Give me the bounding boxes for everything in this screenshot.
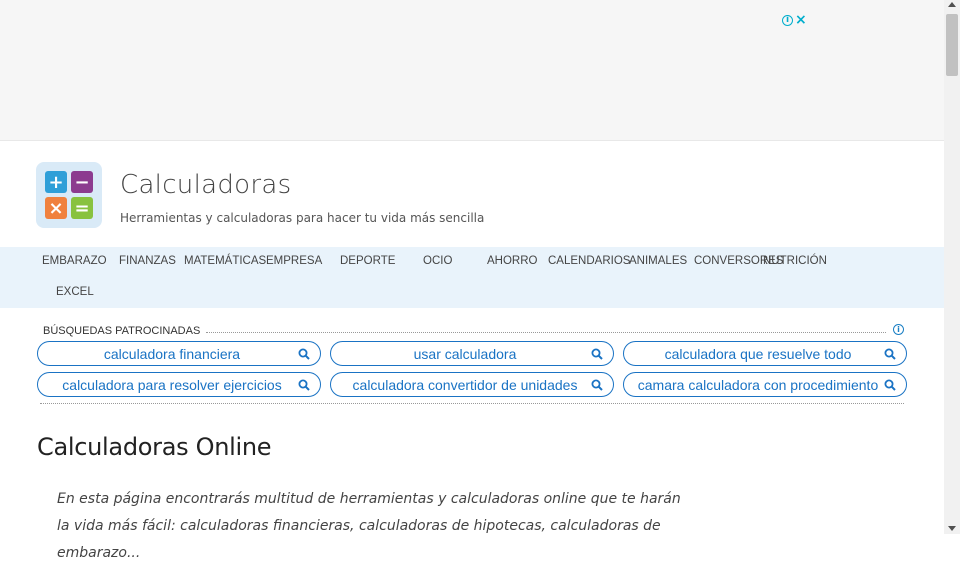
nav-item-calendarios[interactable]: CALENDARIOS [548,255,630,267]
sponsored-search-label: camara calculadora con procedimiento [637,377,879,393]
nav-item-finanzas[interactable]: FINANZAS [119,255,176,267]
nav-item-empresa[interactable]: EMPRESA [266,255,322,267]
sponsored-search-pill[interactable]: calculadora que resuelve todo [623,341,907,366]
page-title: Calculadoras Online [37,433,272,461]
minus-icon: − [71,171,93,193]
sponsored-search-pill[interactable]: calculadora convertidor de unidades [330,372,614,397]
close-icon[interactable]: × [795,13,807,27]
equals-icon: = [71,197,93,219]
divider [206,332,886,333]
info-icon[interactable]: i [782,14,793,26]
search-icon [591,348,603,360]
ad-controls[interactable]: i × [782,13,807,27]
divider [40,403,904,404]
plus-icon: + [45,171,67,193]
info-icon[interactable]: i [893,324,904,335]
search-icon [298,379,310,391]
sponsored-search-label: calculadora financiera [103,346,241,362]
search-icon [884,379,896,391]
intro-paragraph: En esta página encontrarás multitud de h… [57,491,681,561]
main-nav: EMBARAZO FINANZAS MATEMÁTICAS EMPRESA DE… [0,247,944,308]
sponsored-search-label: calculadora que resuelve todo [664,346,852,362]
sponsored-search-pill[interactable]: calculadora financiera [37,341,321,366]
sponsored-search-label: calculadora convertidor de unidades [352,377,578,393]
sponsored-search-pill[interactable]: calculadora para resolver ejercicios [37,372,321,397]
search-icon [298,348,310,360]
search-icon [884,348,896,360]
sponsored-search-label: usar calculadora [413,346,517,362]
scrollbar-thumb[interactable] [946,14,958,76]
nav-item-excel[interactable]: EXCEL [56,286,94,298]
ad-banner[interactable]: i × [0,0,944,141]
sponsored-search-label: calculadora para resolver ejercicios [62,377,282,393]
sponsored-search-pill[interactable]: camara calculadora con procedimiento [623,372,907,397]
sponsored-searches-label: BÚSQUEDAS PATROCINADAS [43,325,201,337]
nav-item-matematicas[interactable]: MATEMÁTICAS [184,255,266,267]
scroll-down-arrow-icon[interactable] [948,526,956,531]
nav-item-embarazo[interactable]: EMBARAZO [42,255,107,267]
site-logo[interactable]: + − × = [36,162,102,228]
sponsored-search-pill[interactable]: usar calculadora [330,341,614,366]
nav-item-animales[interactable]: ANIMALES [629,255,687,267]
site-title[interactable]: Calculadoras [120,170,291,200]
nav-item-ocio[interactable]: OCIO [423,255,452,267]
nav-item-deporte[interactable]: DEPORTE [340,255,395,267]
nav-item-ahorro[interactable]: AHORRO [487,255,537,267]
scroll-up-arrow-icon[interactable] [948,2,956,7]
multiply-icon: × [45,197,67,219]
scrollbar[interactable] [944,0,960,534]
nav-item-nutricion[interactable]: NUTRICIÓN [763,255,827,267]
search-icon [591,379,603,391]
site-tagline: Herramientas y calculadoras para hacer t… [120,211,485,225]
